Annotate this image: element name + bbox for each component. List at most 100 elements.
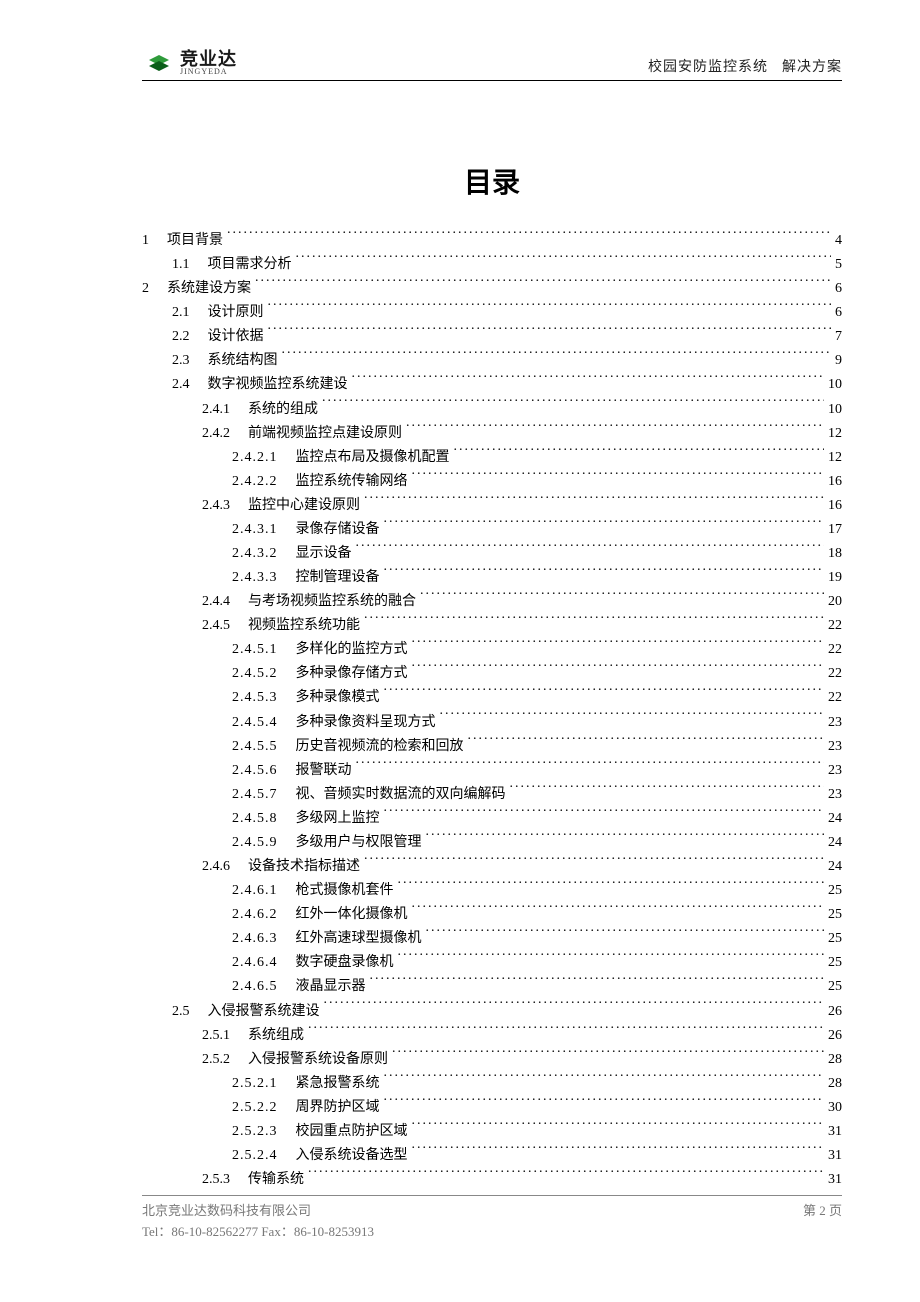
toc-text: 监控中心建设原则 xyxy=(248,494,360,518)
toc-text: 入侵报警系统设备原则 xyxy=(248,1048,388,1072)
toc-page: 23 xyxy=(828,759,842,783)
header-subtitle-b: 解决方案 xyxy=(782,60,842,75)
toc-page: 7 xyxy=(835,325,842,349)
logo: 竞业达 JINGYEDA xyxy=(142,50,237,76)
toc-text: 设备技术指标描述 xyxy=(248,855,360,879)
toc-page: 12 xyxy=(828,446,842,470)
toc-leader xyxy=(384,519,825,533)
toc-number: 2.4.5.8 xyxy=(232,807,278,831)
toc-text: 监控系统传输网络 xyxy=(296,470,408,494)
logo-text-en: JINGYEDA xyxy=(180,68,237,76)
toc-number: 2.4.5.7 xyxy=(232,783,278,807)
table-of-contents: 1项目背景41.1项目需求分析52系统建设方案62.1设计原则62.2设计依据7… xyxy=(142,229,842,1192)
toc-number: 2.3 xyxy=(172,349,190,373)
toc-leader xyxy=(412,1145,825,1159)
toc-row: 2.1设计原则6 xyxy=(142,301,842,325)
toc-number: 2.4.6.3 xyxy=(232,927,278,951)
toc-leader xyxy=(406,423,824,437)
toc-row: 2.4.6.4 数字硬盘录像机 25 xyxy=(142,951,842,975)
toc-row: 2.5.2.4入侵系统设备选型31 xyxy=(142,1144,842,1168)
page-footer: 北京竞业达数码科技有限公司 第 2 页 Tel：86-10-82562277 F… xyxy=(142,1195,842,1240)
toc-page: 9 xyxy=(835,349,842,373)
toc-row: 2系统建设方案6 xyxy=(142,277,842,301)
toc-number: 2.4.6 xyxy=(202,855,230,879)
toc-page: 22 xyxy=(828,686,842,710)
toc-page: 4 xyxy=(835,229,842,253)
toc-number: 2.4.2 xyxy=(202,422,230,446)
toc-leader xyxy=(324,1001,825,1015)
toc-page: 31 xyxy=(828,1168,842,1192)
toc-number: 2.5.2.3 xyxy=(232,1120,278,1144)
toc-page: 30 xyxy=(828,1096,842,1120)
toc-row: 2.4.5.1 多样化的监控方式 22 xyxy=(142,638,842,662)
toc-page: 19 xyxy=(828,566,842,590)
toc-page: 25 xyxy=(828,927,842,951)
toc-text: 显示设备 xyxy=(296,542,352,566)
toc-page: 22 xyxy=(828,662,842,686)
toc-text: 多样化的监控方式 xyxy=(296,638,408,662)
toc-leader xyxy=(308,1025,824,1039)
toc-page: 10 xyxy=(828,373,842,397)
toc-number: 2.5.2 xyxy=(202,1048,230,1072)
toc-text: 多级网上监控 xyxy=(296,807,380,831)
toc-page: 24 xyxy=(828,807,842,831)
toc-number: 2.4.5.3 xyxy=(232,686,278,710)
toc-number: 2.4.5.5 xyxy=(232,735,278,759)
toc-number: 2.5.2.4 xyxy=(232,1144,278,1168)
toc-row: 2.2设计依据7 xyxy=(142,325,842,349)
toc-text: 数字硬盘录像机 xyxy=(296,951,394,975)
page-title: 目录 xyxy=(142,161,842,201)
toc-number: 2.4.6.4 xyxy=(232,951,278,975)
toc-leader xyxy=(384,567,825,581)
toc-number: 2.4.3.3 xyxy=(232,566,278,590)
toc-leader xyxy=(268,326,832,340)
toc-number: 2.4.5.9 xyxy=(232,831,278,855)
toc-row: 2.4.5.6报警联动23 xyxy=(142,759,842,783)
toc-text: 系统建设方案 xyxy=(167,277,251,301)
toc-row: 2.4.5.9多级用户与权限管理24 xyxy=(142,831,842,855)
toc-text: 液晶显示器 xyxy=(296,975,366,999)
toc-page: 5 xyxy=(835,253,842,277)
toc-text: 入侵系统设备选型 xyxy=(296,1144,408,1168)
toc-number: 2.4.5.2 xyxy=(232,662,278,686)
toc-page: 22 xyxy=(828,638,842,662)
toc-text: 控制管理设备 xyxy=(296,566,380,590)
toc-number: 2 xyxy=(142,277,149,301)
toc-leader xyxy=(398,952,825,966)
toc-text: 视、音频实时数据流的双向编解码 xyxy=(296,783,506,807)
toc-row: 2.5.2.3校园重点防护区域31 xyxy=(142,1120,842,1144)
header-subtitle-a: 校园安防监控系统 xyxy=(648,60,768,75)
toc-page: 25 xyxy=(828,951,842,975)
toc-text: 多种录像模式 xyxy=(296,686,380,710)
toc-row: 2.4.6.1枪式摄像机套件25 xyxy=(142,879,842,903)
toc-page: 31 xyxy=(828,1120,842,1144)
toc-leader xyxy=(308,1169,824,1183)
toc-row: 2.4.5视频监控系统功能22 xyxy=(142,614,842,638)
toc-leader xyxy=(426,832,825,846)
toc-text: 视频监控系统功能 xyxy=(248,614,360,638)
toc-row: 2.5.2入侵报警系统设备原则28 xyxy=(142,1048,842,1072)
toc-text: 多种录像资料呈现方式 xyxy=(296,711,436,735)
toc-number: 2.4.5.4 xyxy=(232,711,278,735)
toc-number: 2.2 xyxy=(172,325,190,349)
toc-leader xyxy=(398,880,825,894)
toc-page: 26 xyxy=(828,1000,842,1024)
toc-row: 2.4.6.2红外一体化摄像机25 xyxy=(142,903,842,927)
header-subtitle: 校园安防监控系统解决方案 xyxy=(648,56,842,76)
footer-contact: Tel：86-10-82562277 Fax：86-10-8253913 xyxy=(142,1221,842,1240)
toc-leader xyxy=(384,687,825,701)
page-header: 竞业达 JINGYEDA 校园安防监控系统解决方案 xyxy=(142,50,842,81)
toc-row: 2.4.5.3 多种录像模式 22 xyxy=(142,686,842,710)
toc-number: 2.4.5.1 xyxy=(232,638,278,662)
toc-leader xyxy=(412,1121,825,1135)
toc-page: 23 xyxy=(828,783,842,807)
toc-row: 2.4.5.2 多种录像存储方式 22 xyxy=(142,662,842,686)
toc-text: 多种录像存储方式 xyxy=(296,662,408,686)
toc-row: 2.4.6.3红外高速球型摄像机25 xyxy=(142,927,842,951)
toc-leader xyxy=(412,471,825,485)
toc-number: 2.5.2.1 xyxy=(232,1072,278,1096)
toc-text: 前端视频监控点建设原则 xyxy=(248,422,402,446)
toc-leader xyxy=(282,350,832,364)
toc-number: 2.4.3.2 xyxy=(232,542,278,566)
toc-leader xyxy=(322,399,824,413)
